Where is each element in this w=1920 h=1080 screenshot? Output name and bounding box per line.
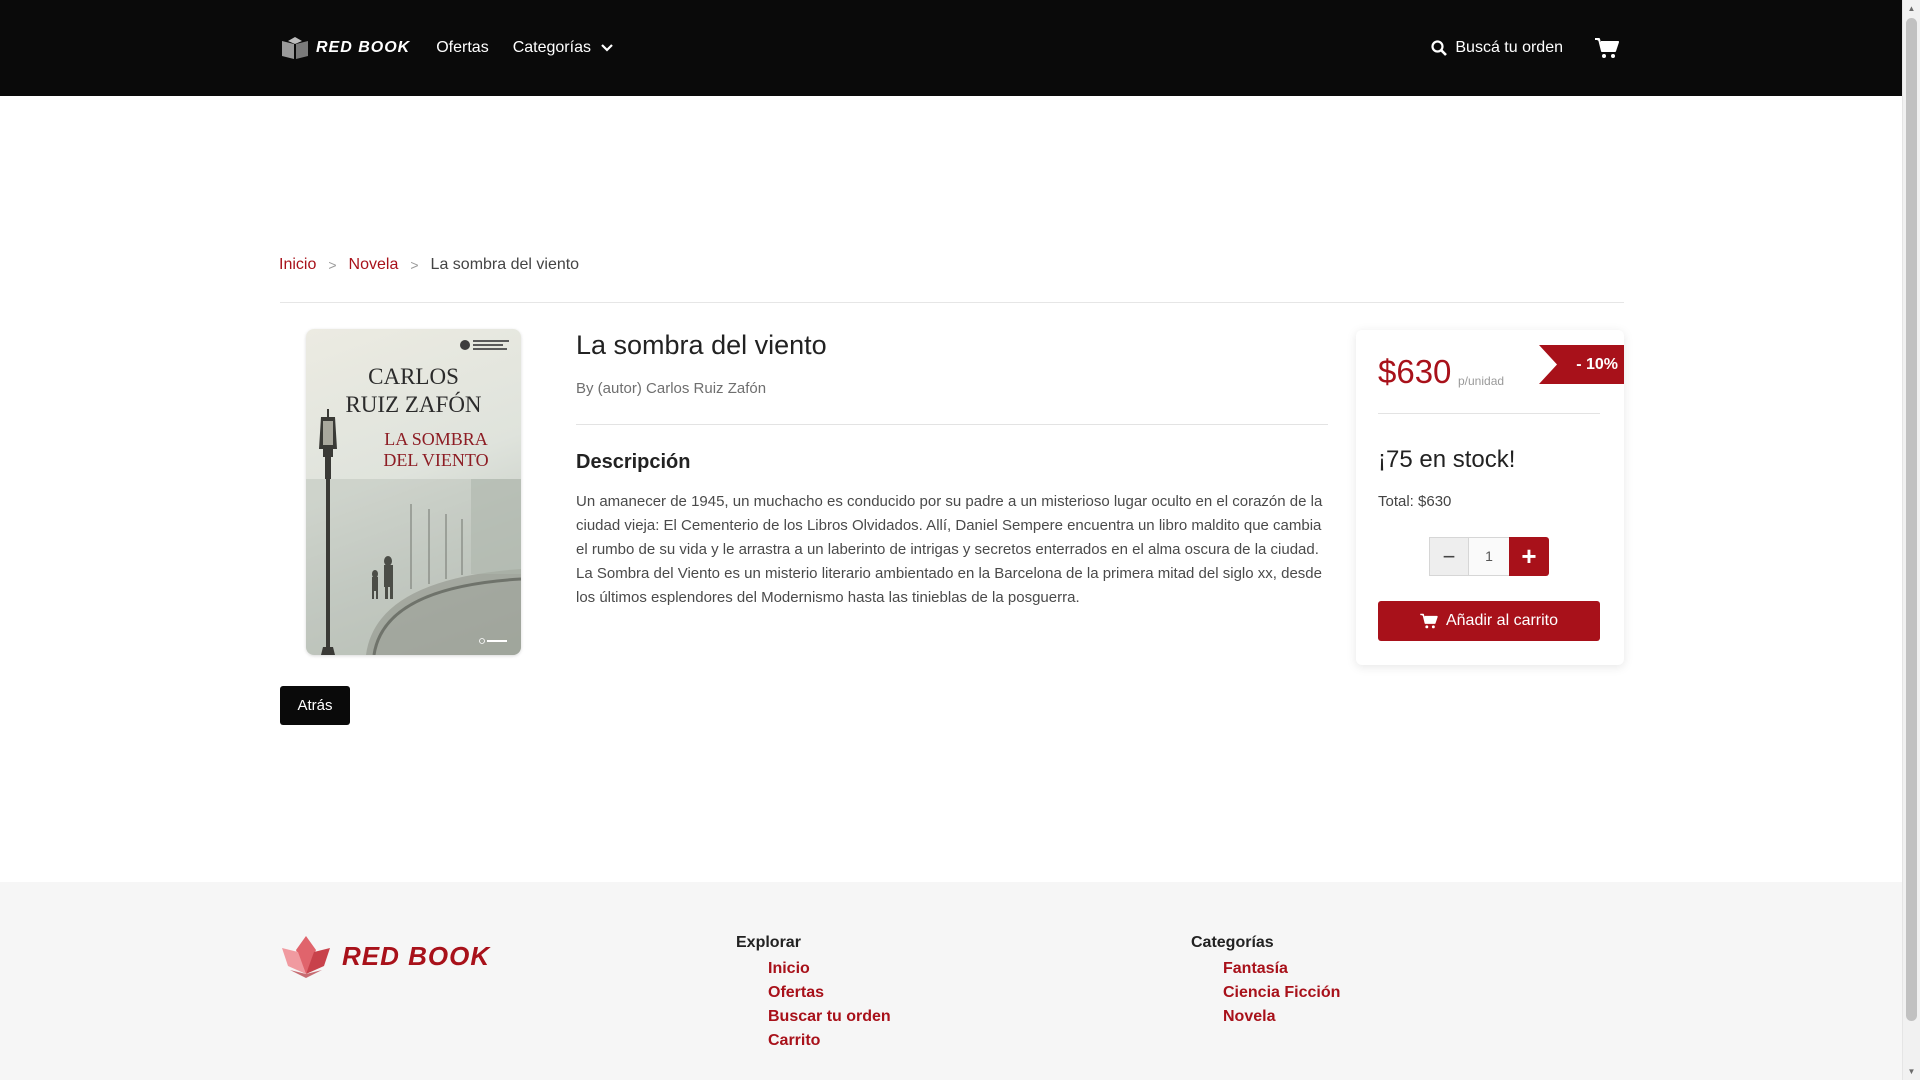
footer-link-sci-fi[interactable]: Ciencia Ficción bbox=[1223, 981, 1340, 1005]
cover-seal-icon bbox=[460, 340, 509, 350]
increase-quantity-button[interactable]: + bbox=[1509, 537, 1549, 576]
footer-link-cart[interactable]: Carrito bbox=[768, 1029, 891, 1053]
footer-categories-title: Categorías bbox=[1191, 934, 1274, 951]
cart-icon[interactable] bbox=[1595, 37, 1619, 59]
logo-text: RED BOOK bbox=[316, 39, 411, 56]
search-order-label: Buscá tu orden bbox=[1455, 39, 1563, 56]
navbar-right: Buscá tu orden bbox=[1431, 37, 1623, 59]
scrollbar-thumb[interactable] bbox=[1906, 18, 1917, 1021]
cover-title: LA SOMBRA DEL VIENTO bbox=[356, 429, 516, 471]
book-cover-image: CARLOS RUIZ ZAFÓN LA SOMBRA DEL VIENTO bbox=[306, 329, 521, 655]
footer-logo[interactable]: RED BOOK bbox=[280, 934, 490, 978]
chevron-down-icon bbox=[601, 44, 613, 52]
cover-title-line: LA SOMBRA bbox=[384, 429, 488, 449]
quantity-stepper: − 1 + bbox=[1429, 537, 1549, 576]
footer-link-offers[interactable]: Ofertas bbox=[768, 981, 891, 1005]
footer-explore-title: Explorar bbox=[736, 934, 801, 951]
footer-link-fantasy[interactable]: Fantasía bbox=[1223, 957, 1340, 981]
search-icon bbox=[1431, 40, 1448, 56]
nav-categories-dropdown[interactable]: Categorías bbox=[513, 39, 613, 57]
product-author: By (autor) Carlos Ruiz Zafón bbox=[576, 380, 767, 397]
total-price: Total: $630 bbox=[1378, 493, 1452, 510]
product-price: $630 bbox=[1378, 353, 1452, 390]
publisher-logo-icon bbox=[479, 638, 507, 644]
logo-link[interactable]: RED BOOK bbox=[280, 35, 410, 61]
top-navbar: RED BOOK Ofertas Categorías Buscá tu ord… bbox=[0, 0, 1902, 96]
breadcrumb-home-link[interactable]: Inicio bbox=[279, 256, 316, 274]
breadcrumb-separator: > bbox=[328, 257, 337, 273]
divider bbox=[1378, 413, 1600, 414]
add-to-cart-button[interactable]: Añadir al carrito bbox=[1378, 601, 1600, 641]
footer-link-home[interactable]: Inicio bbox=[768, 957, 891, 981]
price-unit-label: p/unidad bbox=[1458, 374, 1505, 388]
cover-author-line: CARLOS bbox=[368, 364, 459, 389]
scroll-down-arrow-icon[interactable]: ▼ bbox=[1903, 1063, 1920, 1080]
navbar-inner: RED BOOK Ofertas Categorías Buscá tu ord… bbox=[280, 0, 1623, 96]
stock-status: ¡75 en stock! bbox=[1378, 446, 1516, 473]
scroll-up-arrow-icon[interactable]: ▲ bbox=[1903, 0, 1920, 17]
lotus-logo-icon bbox=[282, 936, 330, 978]
footer-link-novel[interactable]: Novela bbox=[1223, 1005, 1340, 1029]
add-to-cart-label: Añadir al carrito bbox=[1445, 612, 1559, 629]
cover-author-line: RUIZ ZAFÓN bbox=[345, 392, 482, 417]
page: RED BOOK Ofertas Categorías Buscá tu ord… bbox=[0, 0, 1902, 1080]
product-description: Un amanecer de 1945, un muchacho es cond… bbox=[576, 493, 1323, 606]
buy-box: $630 p/unidad - 10% ¡75 en stock! Total:… bbox=[1356, 330, 1624, 665]
vertical-scrollbar[interactable]: ▲ ▼ bbox=[1902, 0, 1920, 1080]
footer-link-search-order[interactable]: Buscar tu orden bbox=[768, 1005, 891, 1029]
search-order-link[interactable]: Buscá tu orden bbox=[1431, 39, 1563, 57]
cover-author: CARLOS RUIZ ZAFÓN bbox=[306, 363, 521, 419]
nav-offers-link[interactable]: Ofertas bbox=[436, 39, 488, 57]
cover-title-line: DEL VIENTO bbox=[383, 450, 489, 470]
product-title: La sombra del viento bbox=[576, 330, 827, 360]
discount-badge: - 10% bbox=[1539, 345, 1624, 384]
footer-categories-column: Categorías Fantasía Ciencia Ficción Nove… bbox=[1191, 934, 1340, 1029]
footer-logo-text: RED BOOK bbox=[342, 940, 491, 971]
footer: RED BOOK Explorar Inicio Ofertas Buscar … bbox=[0, 882, 1902, 1080]
divider bbox=[576, 424, 1328, 425]
description-title: Descripción bbox=[576, 451, 691, 473]
nav-categories-label: Categorías bbox=[512, 39, 591, 56]
breadcrumb: Inicio > Novela > La sombra del viento bbox=[279, 256, 579, 274]
decrease-quantity-button[interactable]: − bbox=[1429, 537, 1469, 576]
footer-explore-column: Explorar Inicio Ofertas Buscar tu orden … bbox=[736, 934, 891, 1053]
quantity-input[interactable]: 1 bbox=[1469, 537, 1509, 576]
breadcrumb-category-link[interactable]: Novela bbox=[349, 256, 399, 274]
breadcrumb-separator: > bbox=[410, 257, 419, 273]
divider bbox=[280, 302, 1624, 303]
book-logo-icon bbox=[282, 37, 308, 59]
back-button[interactable]: Atrás bbox=[280, 686, 350, 725]
breadcrumb-current: La sombra del viento bbox=[430, 256, 580, 273]
cart-icon bbox=[1420, 613, 1438, 629]
